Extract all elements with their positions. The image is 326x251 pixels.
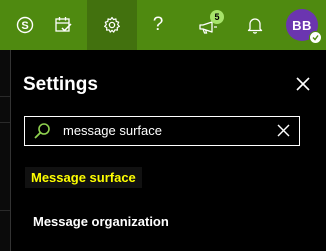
my-day-button[interactable] <box>38 0 88 50</box>
close-button[interactable] <box>291 72 315 96</box>
bell-icon <box>247 18 263 34</box>
notifications-button[interactable] <box>230 0 280 50</box>
help-icon: ? <box>152 14 164 35</box>
settings-search-input[interactable]: message surface <box>24 116 300 146</box>
whats-new-button[interactable]: 5 <box>183 0 233 50</box>
svg-text:S: S <box>21 20 28 32</box>
settings-button[interactable] <box>87 0 137 50</box>
gear-icon <box>104 16 120 33</box>
settings-panel: Settings message surface Message surface… <box>10 50 326 251</box>
close-icon <box>296 77 310 91</box>
notification-count-badge: 5 <box>210 10 224 24</box>
calendar-check-icon <box>55 17 72 32</box>
presence-status-icon <box>309 31 322 44</box>
search-icon <box>34 123 50 139</box>
settings-title: Settings <box>23 74 98 95</box>
background-page-edge <box>0 50 10 251</box>
search-result-message-organization[interactable]: Message organization <box>33 214 169 229</box>
clear-search-icon[interactable] <box>277 124 290 137</box>
help-button[interactable]: ? <box>133 0 183 50</box>
top-bar: S ? 5 BB <box>0 0 326 50</box>
search-query-text: message surface <box>63 123 162 138</box>
skype-icon: S <box>16 16 34 34</box>
search-result-message-surface[interactable]: Message surface <box>25 167 142 188</box>
